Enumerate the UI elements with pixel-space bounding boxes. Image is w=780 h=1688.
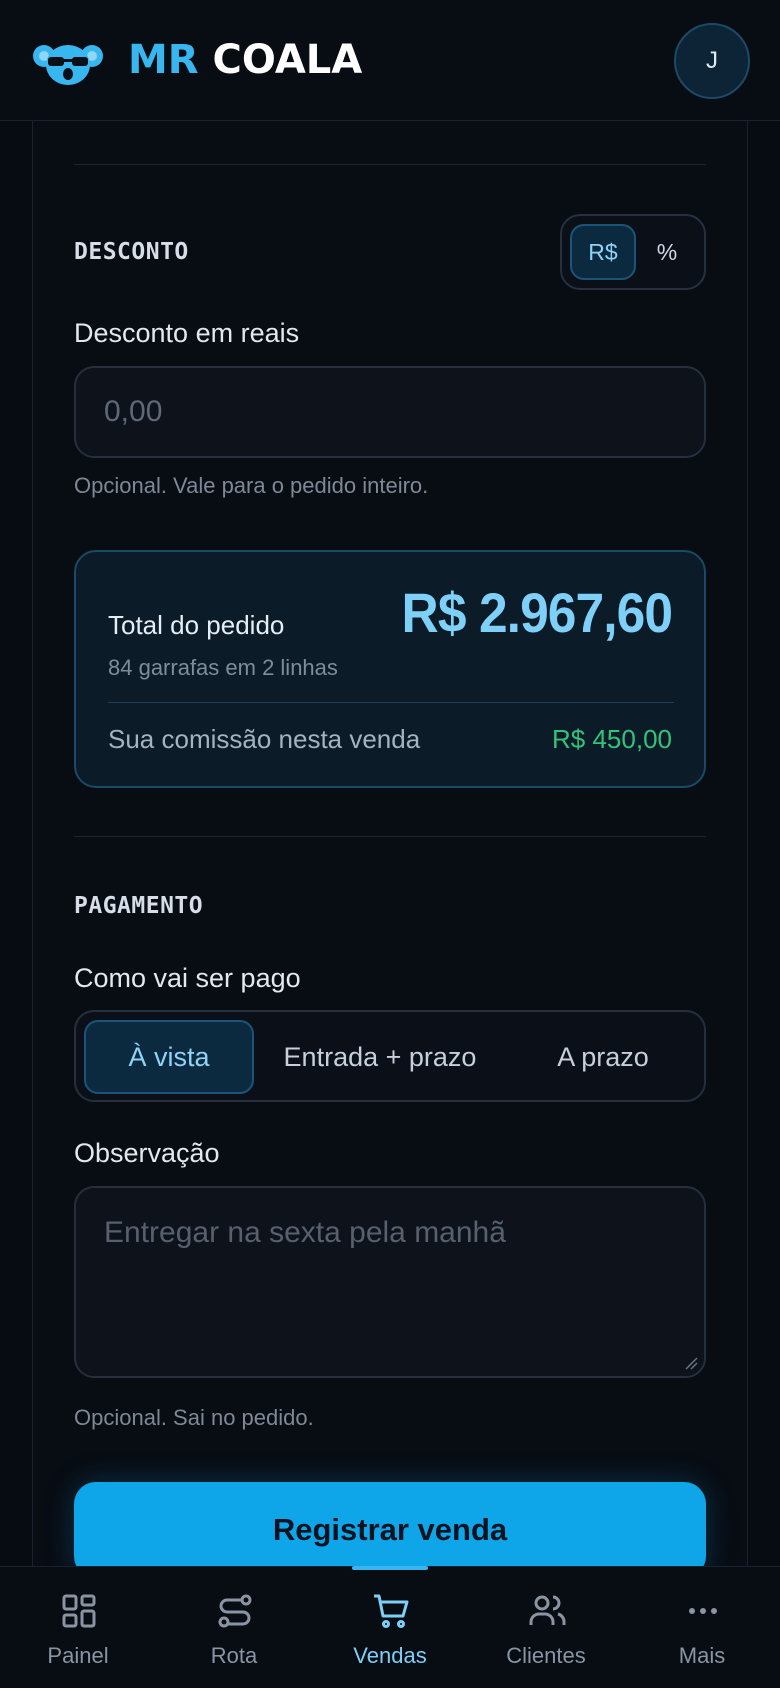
discount-mode-toggle: R$ % [560,214,706,290]
bottom-nav: Painel Rota Vendas Clientes Mais [0,1566,780,1688]
discount-mode-currency[interactable]: R$ [570,224,636,280]
nav-item-clientes[interactable]: Clientes [468,1567,624,1688]
nav-item-mais[interactable]: Mais [624,1567,780,1688]
note-hint: Opcional. Sai no pedido. [74,1405,314,1430]
nav-label-rota: Rota [210,1643,258,1668]
brand-name: MR COALA [128,36,362,84]
discount-hint: Opcional. Vale para o pedido inteiro. [74,473,429,498]
brand-mr: MR [128,37,199,83]
commission-value: R$ 450,00 [552,724,672,754]
koala-logo-icon [33,45,103,85]
nav-label-painel: Painel [47,1643,109,1668]
payment-option-entrada-prazo[interactable]: Entrada + prazo [260,1020,500,1094]
note-label: Observação [74,1138,220,1168]
nav-label-clientes: Clientes [506,1643,586,1668]
discount-field-label: Desconto em reais [74,318,300,348]
brand-coala: COALA [212,37,363,83]
payment-option-a-prazo[interactable]: A prazo [506,1020,700,1094]
cart-icon [374,1594,409,1628]
payment-option-a-vista[interactable]: À vista [84,1020,254,1094]
nav-item-rota[interactable]: Rota [156,1567,312,1688]
section-divider [74,164,706,165]
register-sale-button[interactable]: Registrar venda [74,1482,706,1578]
nav-item-vendas[interactable]: Vendas [312,1567,468,1688]
discount-mode-percent[interactable]: % [634,224,700,280]
total-subtitle: 84 garrafas em 2 linhas [108,655,338,680]
resize-handle-icon[interactable] [684,1356,698,1370]
discount-section-title: DESCONTO [74,239,189,265]
nav-label-vendas: Vendas [353,1643,427,1668]
section-divider [74,836,706,837]
total-divider [108,702,674,703]
payment-method-selector: À vista Entrada + prazo A prazo [74,1010,706,1102]
users-icon [529,1595,566,1625]
nav-item-painel[interactable]: Painel [0,1567,156,1688]
user-avatar[interactable]: J [674,23,750,99]
note-placeholder: Entregar na sexta pela manhã [104,1216,506,1249]
total-label: Total do pedido [108,610,285,640]
payment-section-title: PAGAMENTO [74,893,204,919]
note-textarea[interactable]: Entregar na sexta pela manhã [74,1186,706,1378]
more-icon [689,1608,717,1614]
route-icon [218,1594,252,1628]
order-total-card: Total do pedido R$ 2.967,60 84 garrafas … [74,550,706,788]
payment-field-label: Como vai ser pago [74,963,301,993]
discount-input[interactable]: 0,00 [74,366,706,458]
grid-icon [62,1594,96,1628]
nav-label-mais: Mais [678,1643,726,1668]
commission-label: Sua comissão nesta venda [108,724,421,754]
total-value: R$ 2.967,60 [401,581,673,644]
app-header: MR COALA J [0,0,780,121]
